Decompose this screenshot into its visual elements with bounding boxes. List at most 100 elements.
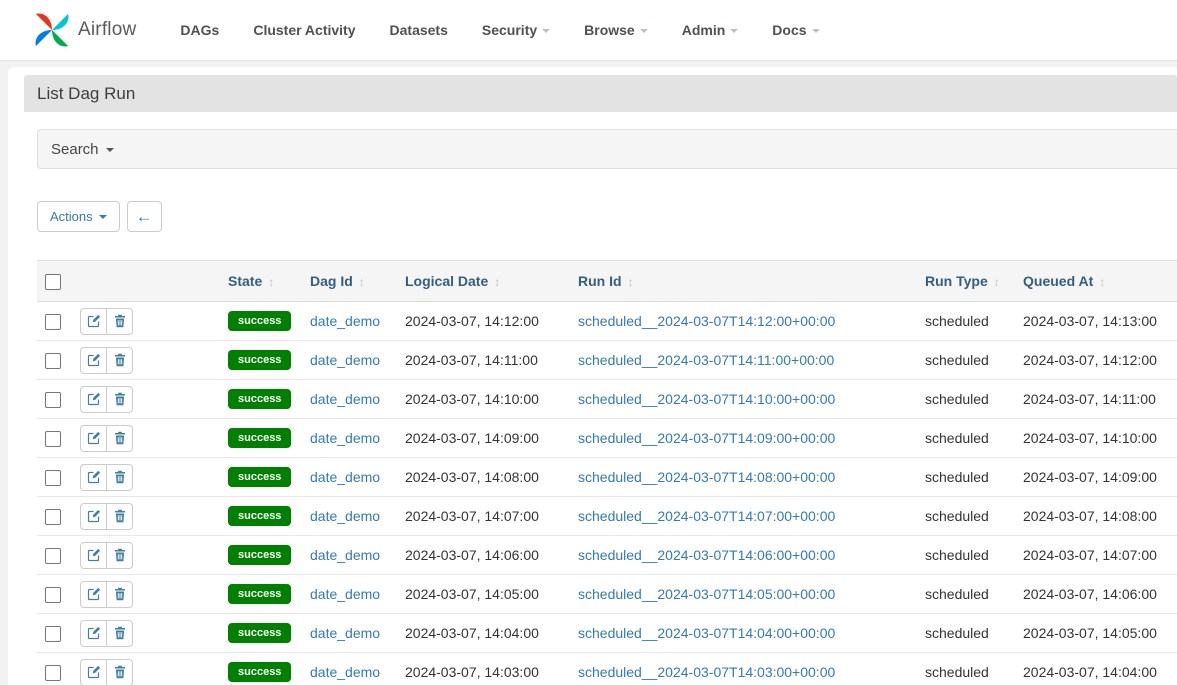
delete-button[interactable] (106, 464, 133, 491)
nav-menu-item[interactable]: Browse (582, 12, 650, 48)
run-id-link[interactable]: scheduled__2024-03-07T14:07:00+00:00 (578, 508, 835, 524)
run-id-link[interactable]: scheduled__2024-03-07T14:09:00+00:00 (578, 430, 835, 446)
run-id-link[interactable]: scheduled__2024-03-07T14:08:00+00:00 (578, 469, 835, 485)
column-header-run-type[interactable]: Run Type↕ (917, 261, 1015, 302)
column-header-run-id[interactable]: Run Id↕ (570, 261, 917, 302)
run-id-link[interactable]: scheduled__2024-03-07T14:03:00+00:00 (578, 664, 835, 680)
navbar: Airflow DAGs Cluster Activity Datasets S… (0, 0, 1177, 61)
delete-button[interactable] (106, 425, 133, 452)
column-header-queued-at[interactable]: Queued At ↕ (1015, 261, 1177, 302)
run-id-link[interactable]: scheduled__2024-03-07T14:06:00+00:00 (578, 547, 835, 563)
run-id-link[interactable]: scheduled__2024-03-07T14:05:00+00:00 (578, 586, 835, 602)
dag-id-cell: date_demo (302, 380, 397, 419)
trash-icon (113, 470, 127, 484)
logical-date-cell: 2024-03-07, 14:06:00 (397, 536, 570, 575)
dag-id-link[interactable]: date_demo (310, 508, 380, 524)
dag-id-link[interactable]: date_demo (310, 352, 380, 368)
edit-button[interactable] (80, 503, 107, 530)
dag-id-link[interactable]: date_demo (310, 313, 380, 329)
row-checkbox[interactable] (45, 314, 61, 330)
airflow-brand[interactable]: Airflow (33, 11, 136, 49)
state-cell: success (220, 575, 302, 614)
sort-icon[interactable]: ↕ (359, 275, 365, 289)
dag-id-link[interactable]: date_demo (310, 469, 380, 485)
delete-button[interactable] (106, 386, 133, 413)
column-header-dag-id[interactable]: Dag Id↕ (302, 261, 397, 302)
row-checkbox[interactable] (45, 431, 61, 447)
nav-menu-item[interactable]: Admin (680, 12, 741, 48)
back-button[interactable]: ← (127, 201, 162, 232)
delete-button[interactable] (106, 620, 133, 647)
edit-button[interactable] (80, 308, 107, 335)
table-row: success date_demo 2024-03-07, 14:10:00 s… (37, 380, 1177, 419)
row-checkbox[interactable] (45, 353, 61, 369)
row-checkbox[interactable] (45, 548, 61, 564)
nav-item-label: DAGs (180, 22, 219, 38)
delete-button[interactable] (106, 542, 133, 569)
edit-button[interactable] (80, 620, 107, 647)
page-title-bar: List Dag Run (24, 75, 1177, 112)
dag-id-link[interactable]: date_demo (310, 586, 380, 602)
main-content: List Dag Run Search Actions ← (8, 67, 1177, 685)
dag-id-link[interactable]: date_demo (310, 547, 380, 563)
run-id-link[interactable]: scheduled__2024-03-07T14:12:00+00:00 (578, 313, 835, 329)
table-row: success date_demo 2024-03-07, 14:05:00 s… (37, 575, 1177, 614)
sort-icon[interactable]: ↕ (1099, 275, 1105, 289)
chevron-down-icon (542, 29, 550, 33)
dag-id-link[interactable]: date_demo (310, 625, 380, 641)
edit-icon (87, 392, 101, 406)
edit-button[interactable] (80, 581, 107, 608)
search-dropdown[interactable]: Search (37, 129, 1177, 169)
edit-button[interactable] (80, 464, 107, 491)
nav-menu-item[interactable]: Datasets (388, 12, 450, 48)
run-id-link[interactable]: scheduled__2024-03-07T14:11:00+00:00 (578, 352, 834, 368)
queued-at-cell: 2024-03-07, 14:09:00 (1015, 458, 1177, 497)
column-header-state[interactable]: State↕ (220, 261, 302, 302)
edit-icon (87, 548, 101, 562)
status-badge: success (228, 428, 291, 448)
edit-button[interactable] (80, 425, 107, 452)
row-checkbox[interactable] (45, 587, 61, 603)
row-checkbox[interactable] (45, 626, 61, 642)
dag-id-link[interactable]: date_demo (310, 430, 380, 446)
row-checkbox[interactable] (45, 470, 61, 486)
search-label: Search (51, 141, 99, 158)
dag-id-link[interactable]: date_demo (310, 391, 380, 407)
status-badge: success (228, 584, 291, 604)
queued-at-cell: 2024-03-07, 14:12:00 (1015, 341, 1177, 380)
sort-icon[interactable]: ↕ (494, 275, 500, 289)
actions-button[interactable]: Actions (37, 201, 120, 232)
edit-button[interactable] (80, 542, 107, 569)
nav-menu-item[interactable]: DAGs (178, 12, 221, 48)
delete-button[interactable] (106, 659, 133, 685)
table-row: success date_demo 2024-03-07, 14:09:00 s… (37, 419, 1177, 458)
row-checkbox[interactable] (45, 509, 61, 525)
edit-button[interactable] (80, 386, 107, 413)
edit-icon (87, 314, 101, 328)
column-label: Queued At (1023, 273, 1093, 289)
nav-menu-item[interactable]: Security (480, 12, 552, 48)
column-header-logical-date[interactable]: Logical Date↕ (397, 261, 570, 302)
logical-date-cell: 2024-03-07, 14:08:00 (397, 458, 570, 497)
sort-icon[interactable]: ↕ (268, 275, 274, 289)
dag-id-cell: date_demo (302, 536, 397, 575)
nav-item-label: Cluster Activity (253, 22, 355, 38)
queued-at-cell: 2024-03-07, 14:13:00 (1015, 302, 1177, 341)
dag-id-link[interactable]: date_demo (310, 664, 380, 680)
delete-button[interactable] (106, 581, 133, 608)
run-id-link[interactable]: scheduled__2024-03-07T14:10:00+00:00 (578, 391, 835, 407)
delete-button[interactable] (106, 503, 133, 530)
row-checkbox[interactable] (45, 392, 61, 408)
run-id-link[interactable]: scheduled__2024-03-07T14:04:00+00:00 (578, 625, 835, 641)
select-all-checkbox[interactable] (45, 274, 61, 290)
row-select-cell (37, 419, 72, 458)
edit-button[interactable] (80, 347, 107, 374)
sort-icon[interactable]: ↕ (628, 275, 634, 289)
delete-button[interactable] (106, 347, 133, 374)
nav-menu-item[interactable]: Docs (770, 12, 821, 48)
delete-button[interactable] (106, 308, 133, 335)
nav-menu-item[interactable]: Cluster Activity (251, 12, 357, 48)
sort-icon[interactable]: ↕ (994, 275, 1000, 289)
edit-button[interactable] (80, 659, 107, 685)
row-checkbox[interactable] (45, 665, 61, 681)
